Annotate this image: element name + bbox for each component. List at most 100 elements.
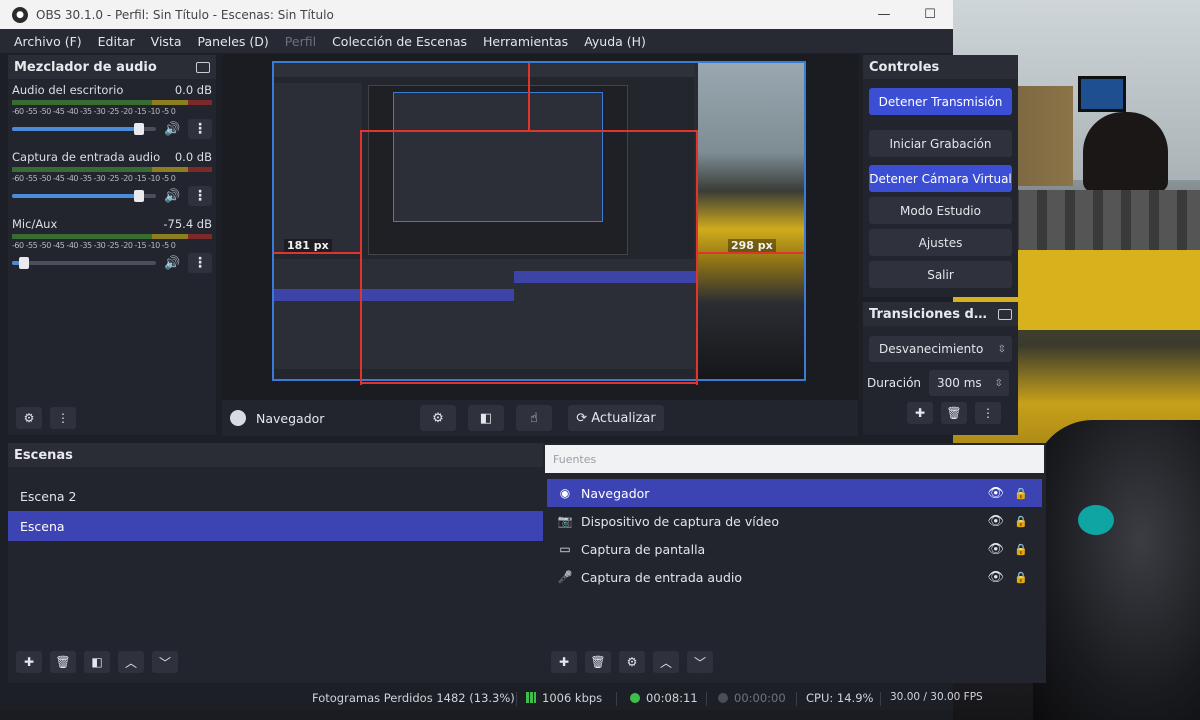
cpu-usage: CPU: 14.9%: [806, 691, 874, 705]
exit-button[interactable]: Salir: [869, 261, 1012, 288]
microphone-icon: 🎤: [557, 570, 573, 584]
volume-meter: [12, 234, 212, 239]
remove-transition-button[interactable]: 🗑: [941, 402, 967, 424]
controls-title: Controles: [869, 59, 940, 75]
mixer-channel: Audio del escritorio 0.0 dB -60 -55 -50 -…: [8, 79, 216, 146]
visibility-eye-icon[interactable]: 👁: [987, 570, 1004, 585]
speaker-icon[interactable]: 🔊: [164, 122, 180, 137]
chevron-updown-icon: ⇳: [997, 343, 1006, 355]
mixer-menu-button[interactable]: ⋮: [50, 407, 76, 429]
scene-filters-button[interactable]: ◧: [84, 651, 110, 673]
undock-icon[interactable]: [196, 61, 210, 73]
stop-streaming-button[interactable]: Detener Transmisión: [869, 88, 1012, 115]
recording-status-icon: [718, 693, 728, 703]
transition-select[interactable]: Desvanecimiento ⇳: [869, 336, 1012, 362]
left-distance-label: 181 px: [284, 239, 332, 252]
lock-icon[interactable]: 🔒: [1014, 487, 1028, 500]
network-bars-icon: [526, 692, 536, 703]
menu-coleccion-escenas[interactable]: Colección de Escenas: [324, 34, 475, 49]
stop-virtual-camera-button[interactable]: Detener Cámara Virtual: [869, 165, 1012, 192]
scenes-dock: Escenas Escena 2 Escena ✚ 🗑 ◧ ︿ ﹀: [8, 443, 543, 683]
recording-time: 00:00:00: [734, 691, 786, 705]
move-source-up-button[interactable]: ︿: [653, 651, 679, 673]
scene-transitions-dock: Transiciones de escena Desvanecimiento ⇳…: [863, 302, 1018, 435]
volume-meter: [12, 167, 212, 172]
undock-icon[interactable]: [998, 308, 1012, 320]
menu-archivo[interactable]: Archivo (F): [6, 34, 90, 49]
duration-spinbox[interactable]: 300 ms ⇳: [929, 370, 1010, 396]
meter-ticks: -60 -55 -50 -45 -40 -35 -30 -25 -20 -15 …: [12, 174, 176, 183]
visibility-eye-icon[interactable]: 👁: [987, 514, 1004, 529]
lock-icon[interactable]: 🔒: [1014, 543, 1028, 556]
channel-db: 0.0 dB: [174, 83, 212, 97]
channel-menu-button[interactable]: ⋮: [188, 119, 212, 139]
menu-paneles[interactable]: Paneles (D): [190, 34, 277, 49]
status-bar: Fotogramas Perdidos 1482 (13.3%) 1006 kb…: [0, 688, 983, 710]
volume-slider[interactable]: [12, 257, 156, 269]
source-item[interactable]: ◉ Navegador 👁 🔒: [547, 479, 1042, 507]
preview-area[interactable]: 181 px 298 px: [222, 55, 858, 400]
source-item[interactable]: 🎤 Captura de entrada audio 👁 🔒: [547, 563, 1042, 591]
menu-perfil[interactable]: Perfil: [277, 34, 324, 49]
scene-item[interactable]: Escena 2: [8, 481, 543, 511]
maximize-button[interactable]: ☐: [907, 0, 953, 29]
volume-slider[interactable]: [12, 190, 156, 202]
add-scene-button[interactable]: ✚: [16, 651, 42, 673]
meter-ticks: -60 -55 -50 -45 -40 -35 -30 -25 -20 -15 …: [12, 241, 176, 250]
move-source-down-button[interactable]: ﹀: [687, 651, 713, 673]
source-properties-gear-button[interactable]: ⚙: [619, 651, 645, 673]
refresh-button[interactable]: ⟳ Actualizar: [568, 405, 664, 431]
speaker-icon[interactable]: 🔊: [164, 256, 180, 271]
lock-icon[interactable]: 🔒: [1014, 515, 1028, 528]
interact-hand-button[interactable]: ☝: [516, 405, 552, 431]
guide-line: [528, 63, 530, 130]
guide-line: [360, 130, 362, 385]
sources-dock: Fuentes ◉ Navegador 👁 🔒 📷 Dispositivo de…: [543, 443, 1046, 683]
channel-menu-button[interactable]: ⋮: [188, 253, 212, 273]
add-source-button[interactable]: ✚: [551, 651, 577, 673]
guide-line: [698, 252, 804, 254]
remove-scene-button[interactable]: 🗑: [50, 651, 76, 673]
scene-item[interactable]: Escena: [8, 511, 543, 541]
move-scene-up-button[interactable]: ︿: [118, 651, 144, 673]
menu-editar[interactable]: Editar: [90, 34, 143, 49]
sources-filter-input[interactable]: Fuentes: [545, 445, 1044, 473]
start-recording-button[interactable]: Iniciar Grabación: [869, 130, 1012, 157]
streaming-status-icon: [630, 693, 640, 703]
preview-canvas[interactable]: [272, 61, 806, 381]
webcam-source: [698, 63, 804, 379]
channel-menu-button[interactable]: ⋮: [188, 186, 212, 206]
fps-readout: 30.00 / 30.00 FPS: [890, 691, 983, 703]
channel-name: Captura de entrada audio: [12, 150, 161, 164]
nested-obs-capture: [274, 63, 738, 379]
mixer-channel: Mic/Aux -75.4 dB -60 -55 -50 -45 -40 -35 …: [8, 213, 216, 280]
studio-mode-button[interactable]: Modo Estudio: [869, 197, 1012, 224]
refresh-icon: ⟳: [576, 410, 592, 426]
mixer-channel: Captura de entrada audio 0.0 dB -60 -55 -…: [8, 146, 216, 213]
advanced-audio-gear-icon[interactable]: ⚙: [16, 407, 42, 429]
add-transition-button[interactable]: ✚: [907, 402, 933, 424]
remove-source-button[interactable]: 🗑: [585, 651, 611, 673]
volume-slider[interactable]: [12, 123, 156, 135]
minimize-button[interactable]: —: [861, 0, 907, 29]
move-scene-down-button[interactable]: ﹀: [152, 651, 178, 673]
visibility-eye-icon[interactable]: 👁: [987, 486, 1004, 501]
source-toolbar: Navegador ⚙ ◧ ☝ ⟳ Actualizar: [222, 400, 858, 436]
visibility-eye-icon[interactable]: 👁: [987, 542, 1004, 557]
lock-icon[interactable]: 🔒: [1014, 571, 1028, 584]
scenes-title: Escenas: [14, 447, 73, 463]
speaker-icon[interactable]: 🔊: [164, 189, 180, 204]
guide-line: [696, 130, 698, 385]
menu-ayuda[interactable]: Ayuda (H): [576, 34, 654, 49]
transition-menu-button[interactable]: ⋮: [975, 402, 1001, 424]
source-item[interactable]: ▭ Captura de pantalla 👁 🔒: [547, 535, 1042, 563]
transitions-title: Transiciones de escena: [869, 306, 987, 322]
source-item[interactable]: 📷 Dispositivo de captura de vídeo 👁 🔒: [547, 507, 1042, 535]
menu-herramientas[interactable]: Herramientas: [475, 34, 576, 49]
dropped-frames: Fotogramas Perdidos 1482 (13.3%): [312, 691, 515, 705]
source-filters-button[interactable]: ◧: [468, 405, 504, 431]
settings-button[interactable]: Ajustes: [869, 229, 1012, 256]
source-properties-gear-button[interactable]: ⚙: [420, 405, 456, 431]
channel-name: Audio del escritorio: [12, 83, 124, 97]
menu-vista[interactable]: Vista: [143, 34, 190, 49]
